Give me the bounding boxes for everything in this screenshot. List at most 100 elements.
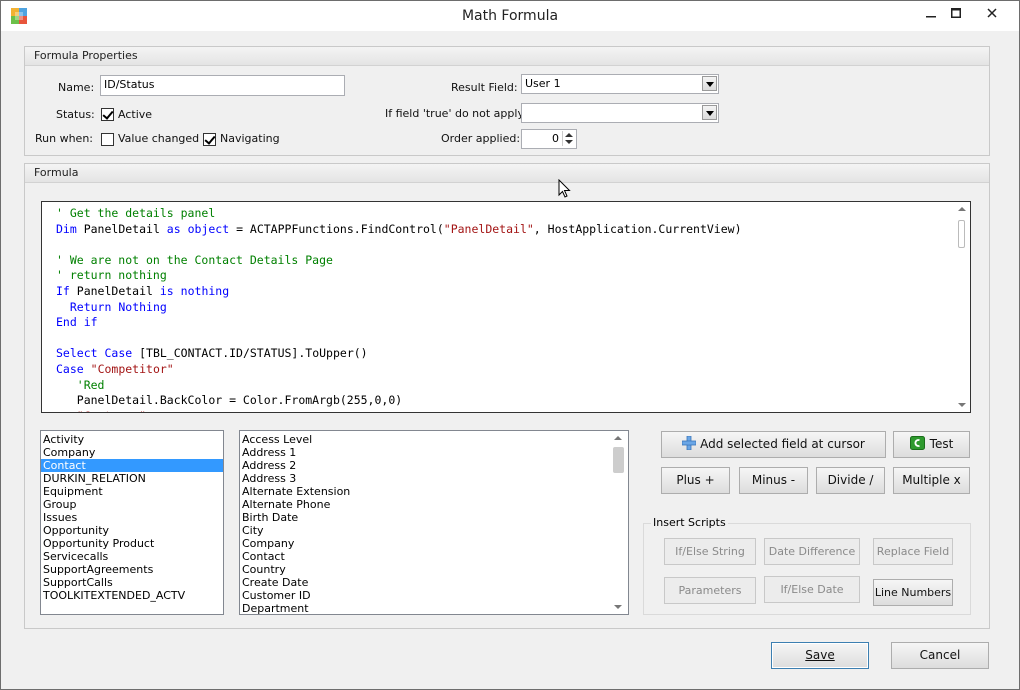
list-item[interactable]: Contact — [41, 459, 223, 472]
list-item[interactable]: Alternate Extension — [240, 485, 628, 498]
if-else-string-button[interactable]: If/Else String — [664, 538, 756, 565]
parameters-button[interactable]: Parameters — [664, 577, 756, 604]
fields-list-items: Access Level Address 1 Address 2 Address 3A… — [240, 433, 628, 614]
list-item[interactable]: Opportunity Product — [41, 537, 223, 550]
code-token: ' We are not on the Contact Details Page — [56, 252, 333, 267]
list-item[interactable]: Customer ID — [240, 589, 628, 602]
order-applied-value: 0 — [552, 132, 559, 145]
code-line: Case "Competitor" — [56, 362, 742, 378]
if-true-label: If field 'true' do not apply: — [385, 107, 527, 120]
minus-button[interactable]: Minus - — [739, 467, 808, 494]
status-label: Status: — [56, 108, 95, 121]
list-item[interactable]: Group — [41, 498, 223, 511]
list-item[interactable]: Company — [41, 446, 223, 459]
list-item[interactable]: Issues — [41, 511, 223, 524]
result-field-label: Result Field: — [451, 81, 518, 94]
list-item[interactable]: City — [240, 524, 628, 537]
scroll-thumb[interactable] — [613, 447, 624, 473]
if-else-date-button[interactable]: If/Else Date — [764, 576, 860, 603]
spin-buttons[interactable] — [562, 131, 575, 146]
code-token: is — [159, 283, 174, 298]
name-input[interactable]: ID/Status — [100, 75, 345, 96]
save-button[interactable]: Save — [771, 642, 869, 669]
test-button[interactable]: Test — [893, 431, 970, 458]
list-item[interactable]: Create Date — [240, 576, 628, 589]
maximize-icon[interactable] — [941, 1, 971, 25]
value-changed-checkbox[interactable] — [101, 133, 114, 146]
code-token: End — [56, 315, 77, 330]
multiple-button[interactable]: Multiple x — [893, 467, 970, 494]
formula-header: Formula — [25, 164, 989, 183]
spin-down-icon[interactable] — [565, 140, 573, 144]
editor-scrollbar[interactable] — [955, 202, 970, 412]
formula-code-editor[interactable]: ' Get the details panel Dim PanelDetail a… — [41, 201, 971, 413]
replace-field-button[interactable]: Replace Field — [873, 538, 953, 565]
date-difference-button[interactable]: Date Difference — [764, 538, 860, 565]
list-item[interactable]: Country — [240, 563, 628, 576]
list-item[interactable]: SupportAgreements — [41, 563, 223, 576]
code-token: , HostApplication.CurrentView) — [533, 221, 742, 236]
list-item[interactable]: SupportCalls — [41, 576, 223, 589]
close-icon[interactable] — [977, 1, 1007, 25]
divide-button[interactable]: Divide / — [816, 467, 885, 494]
list-item[interactable]: Servicecalls — [41, 550, 223, 563]
code-token: "PanelDetail" — [443, 221, 534, 236]
code-line: PanelDetail.BackColor = Color.FromArgb(2… — [56, 393, 742, 409]
code-line: If PanelDetail is nothing — [56, 284, 742, 300]
code-token: as — [166, 221, 181, 236]
list-item[interactable]: Opportunity — [41, 524, 223, 537]
spin-up-icon[interactable] — [565, 133, 573, 137]
code-text[interactable]: ' Get the details panel Dim PanelDetail a… — [56, 206, 742, 412]
active-checkbox[interactable] — [101, 108, 114, 121]
list-item[interactable]: Alternate Phone — [240, 498, 628, 511]
code-token: Case — [56, 361, 84, 376]
list-item[interactable]: Department — [240, 602, 628, 614]
navigating-checkbox[interactable] — [203, 133, 216, 146]
math-formula-window: Math Formula Formula Properties Name: ID… — [0, 0, 1020, 690]
if-true-select[interactable] — [521, 103, 719, 123]
tables-list[interactable]: Activity Company Contact DURKIN_RELATION Equ… — [40, 430, 224, 615]
chevron-down-icon[interactable] — [702, 105, 717, 120]
plus-icon — [681, 435, 697, 451]
code-token: If — [56, 283, 70, 298]
list-item[interactable]: Equipment — [41, 485, 223, 498]
scroll-down-icon[interactable] — [958, 403, 966, 407]
code-line: ' We are not on the Contact Details Page — [56, 253, 742, 269]
cancel-button[interactable]: Cancel — [891, 642, 989, 669]
code-line: Select Case [TBL_CONTACT.ID/STATUS].ToUp… — [56, 346, 742, 362]
result-field-select[interactable]: User 1 — [521, 74, 719, 94]
list-item[interactable]: Address 3 — [240, 472, 628, 485]
scroll-up-icon[interactable] — [958, 207, 966, 211]
list-item[interactable]: Access Level — [240, 433, 628, 446]
scroll-up-icon[interactable] — [614, 436, 622, 440]
cancel-label: Cancel — [919, 648, 961, 662]
code-line: ' Get the details panel — [56, 206, 742, 222]
fields-scrollbar[interactable] — [611, 431, 628, 614]
list-item[interactable]: TOOLKITEXTENDED_ACTV — [41, 589, 223, 602]
order-applied-stepper[interactable]: 0 — [521, 129, 577, 149]
add-selected-field-button[interactable]: Add selected field at cursor — [661, 431, 886, 458]
list-item[interactable]: Activity — [41, 433, 223, 446]
code-line: Dim PanelDetail as object = ACTAPPFuncti… — [56, 222, 742, 238]
list-item[interactable]: Birth Date — [240, 511, 628, 524]
code-line: ' return nothing — [56, 268, 742, 284]
list-item[interactable]: Address 2 — [240, 459, 628, 472]
line-numbers-button[interactable]: Line Numbers — [873, 579, 953, 606]
plus-button[interactable]: Plus + — [661, 467, 730, 494]
code-token: nothing — [180, 283, 230, 298]
scroll-down-icon[interactable] — [614, 605, 622, 609]
add-selected-field-label: Add selected field at cursor — [700, 437, 865, 451]
code-line: Return Nothing — [56, 300, 742, 316]
scroll-thumb[interactable] — [958, 220, 965, 248]
list-item[interactable]: DURKIN_RELATION — [41, 472, 223, 485]
list-item[interactable]: Address 1 — [240, 446, 628, 459]
list-item[interactable]: Company — [240, 537, 628, 550]
fields-list[interactable]: Access Level Address 1 Address 2 Address 3A… — [239, 430, 629, 615]
navigating-label: Navigating — [220, 132, 280, 145]
list-item[interactable]: Contact — [240, 550, 628, 563]
chevron-down-icon[interactable] — [702, 76, 717, 91]
